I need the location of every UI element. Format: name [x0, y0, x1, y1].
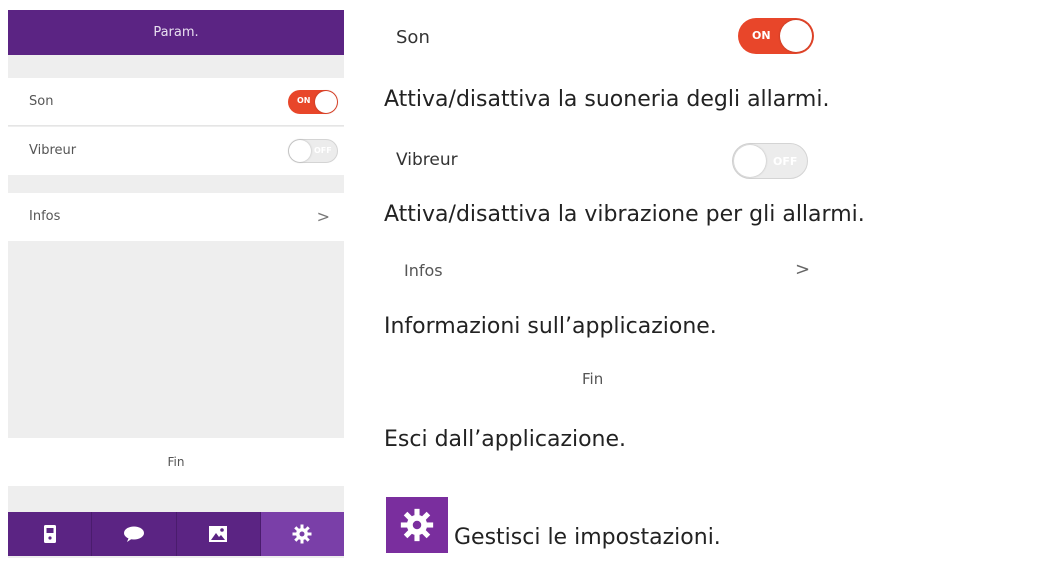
toggle-on-text: ON: [297, 96, 311, 105]
legend-son-toggle: ON: [738, 18, 814, 54]
son-toggle[interactable]: ON: [288, 90, 338, 114]
legend-vibreur-label: Vibreur: [396, 150, 458, 170]
fin-button[interactable]: Fin: [8, 438, 344, 486]
chat-bubble-icon: [123, 526, 144, 542]
image-icon: [209, 526, 228, 542]
legend-settings-icon: [386, 497, 448, 553]
son-description: Attiva/disattiva la suoneria degli allar…: [384, 87, 830, 112]
chevron-right-icon: >: [316, 207, 330, 226]
legend-vibreur-toggle: OFF: [732, 143, 808, 179]
setting-row-son: Son ON: [8, 78, 344, 126]
infos-label: Infos: [29, 209, 61, 224]
toggle-knob: [289, 140, 311, 162]
legend-chevron-right-icon: >: [795, 259, 811, 280]
infos-description: Informazioni sull’applicazione.: [384, 314, 717, 339]
settings-description: Gestisci le impostazioni.: [454, 525, 721, 550]
toggle-knob: [734, 145, 766, 177]
toggle-off-text: OFF: [314, 146, 332, 155]
toggle-knob: [315, 91, 337, 113]
phone-screen: Param. Son ON Vibreur OFF Infos > Fin: [8, 10, 344, 558]
tab-bar: [8, 512, 344, 556]
setting-row-vibreur: Vibreur OFF: [8, 127, 344, 175]
fin-description: Esci dall’applicazione.: [384, 427, 627, 452]
vibreur-label: Vibreur: [29, 143, 77, 158]
legend-infos-label: Infos: [404, 261, 443, 280]
vibreur-toggle[interactable]: OFF: [288, 139, 338, 163]
tab-settings[interactable]: [260, 512, 344, 556]
toggle-knob: [780, 20, 812, 52]
toggle-on-text: ON: [752, 29, 771, 42]
son-label: Son: [29, 94, 54, 109]
device-icon: [43, 525, 56, 543]
page-title: Param.: [153, 25, 199, 40]
legend-son-label: Son: [396, 27, 430, 48]
toggle-off-text: OFF: [773, 155, 798, 168]
tab-device[interactable]: [8, 512, 93, 556]
vibreur-description: Attiva/disattiva la vibrazione per gli a…: [384, 202, 865, 227]
gear-icon: [400, 508, 434, 542]
fin-label: Fin: [167, 455, 185, 469]
settings-header: Param.: [8, 10, 344, 55]
tab-gallery[interactable]: [177, 512, 261, 556]
legend-fin-label: Fin: [582, 370, 604, 388]
gear-icon: [292, 524, 312, 544]
setting-row-infos[interactable]: Infos >: [8, 193, 344, 241]
tab-messages[interactable]: [92, 512, 177, 556]
